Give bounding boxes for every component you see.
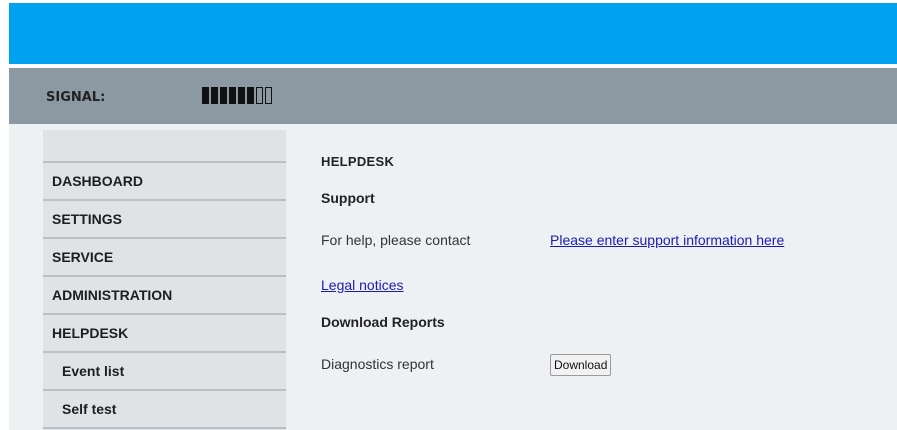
sidebar-item-settings[interactable]: SETTINGS: [43, 201, 286, 239]
signal-strength-meter: [202, 87, 272, 104]
signal-segment: [220, 87, 227, 104]
signal-segment: [265, 87, 272, 104]
signal-label: SIGNAL:: [46, 90, 106, 105]
sidebar-item-dashboard[interactable]: DASHBOARD: [43, 163, 286, 201]
support-info-link[interactable]: Please enter support information here: [550, 232, 784, 248]
contact-text: For help, please contact: [321, 232, 471, 248]
legal-notices-link[interactable]: Legal notices: [321, 277, 404, 293]
sidebar-item-self-test[interactable]: Self test: [43, 391, 286, 429]
sidebar-item-administration[interactable]: ADMINISTRATION: [43, 277, 286, 315]
signal-segment: [202, 87, 209, 104]
page-title: HELPDESK: [321, 154, 395, 169]
signal-segment: [247, 87, 254, 104]
diagnostics-report-label: Diagnostics report: [321, 356, 434, 372]
signal-segment: [238, 87, 245, 104]
top-banner: [9, 3, 897, 64]
signal-segment: [229, 87, 236, 104]
main-panel: HELPDESK Support For help, please contac…: [321, 124, 881, 430]
signal-segment: [211, 87, 218, 104]
download-reports-heading: Download Reports: [321, 314, 445, 330]
signal-bar: SIGNAL:: [9, 68, 897, 124]
sidebar: DASHBOARD SETTINGS SERVICE ADMINISTRATIO…: [43, 130, 286, 430]
support-heading: Support: [321, 190, 375, 206]
download-button[interactable]: Download: [550, 354, 612, 376]
sidebar-header: [43, 130, 286, 163]
sidebar-item-event-list[interactable]: Event list: [43, 353, 286, 391]
sidebar-item-helpdesk[interactable]: HELPDESK: [43, 315, 286, 353]
signal-segment: [256, 87, 263, 104]
content-area: DASHBOARD SETTINGS SERVICE ADMINISTRATIO…: [9, 124, 897, 430]
sidebar-item-service[interactable]: SERVICE: [43, 239, 286, 277]
